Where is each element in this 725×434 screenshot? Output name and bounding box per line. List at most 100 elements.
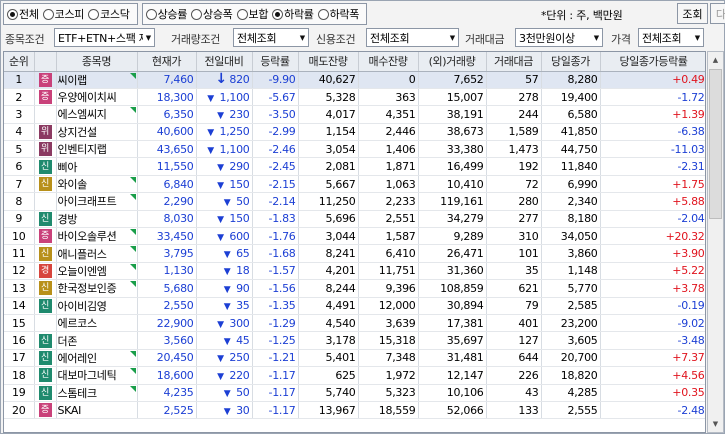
column-header-5[interactable]: 등락률 — [252, 52, 299, 72]
stock-name-cell[interactable]: 아이크래프트 — [56, 192, 138, 211]
stock-name-cell[interactable]: 에르코스 — [56, 314, 138, 333]
search-button[interactable]: 조회 — [677, 3, 708, 24]
close-rate-cell: +0.35 — [600, 384, 705, 402]
radio-circle-icon[interactable] — [272, 8, 284, 20]
ranking-radio-1[interactable]: 상승폭 — [191, 6, 233, 22]
column-header-3[interactable]: 현재가 — [137, 52, 197, 72]
rank-cell: 13 — [4, 279, 35, 298]
table-row[interactable]: 9 신 경방 8,030 ▼ 150 -1.83 5,696 2,551 34,279 277 8,1… — [4, 210, 705, 229]
table-row[interactable]: 18 신 대보마그네틱 18,600 ▼ 220 -1.17 625 1,972 12,147 22… — [4, 366, 705, 385]
column-header-8[interactable]: (외)거래량 — [418, 52, 487, 72]
down-arrow-icon: ▼ — [223, 267, 231, 278]
stock-name-cell[interactable]: 한국정보인증 — [56, 279, 138, 298]
radio-circle-icon[interactable] — [7, 8, 18, 20]
trade-amount-cell: 101 — [486, 244, 542, 263]
price-cell: 8,030 — [137, 210, 197, 229]
vertical-scrollbar[interactable]: ▲ ▼ — [707, 51, 724, 433]
table-row[interactable]: 12 경 오늘이엔엠 1,130 ▼ 18 -1.57 4,201 11,751 31,360 35… — [4, 262, 705, 281]
stock-name-cell[interactable]: 에어레인 — [56, 349, 138, 368]
stock-name-cell[interactable]: 삐아 — [56, 157, 138, 176]
stock-name-cell[interactable]: 씨이랩 — [56, 71, 138, 89]
column-header-11[interactable]: 당일종가등락률 — [600, 52, 705, 72]
volume-condition-select[interactable]: 전체조회 ▼ — [233, 28, 309, 47]
table-row[interactable]: 20 증 SKAI 2,525 ▼ 30 -1.17 13,967 18,559 52,066 13… — [4, 401, 705, 420]
column-header-9[interactable]: 거래대금 — [486, 52, 542, 72]
column-header-4[interactable]: 전일대비 — [196, 52, 253, 72]
item-condition-select[interactable]: ETF+ETN+스팩 제외 ▼ — [54, 28, 155, 47]
table-row[interactable]: 1 증 씨이랩 7,460 ↓ 820 -9.90 40,627 0 7,652 57 8,280 +0… — [4, 71, 705, 89]
market-radio-2[interactable]: 코스닥 — [88, 6, 130, 22]
corner-flag-icon — [129, 229, 136, 236]
ranking-radio-4[interactable]: 하락폭 — [317, 6, 360, 22]
trade-amount-cell: 644 — [486, 349, 542, 368]
table-row[interactable]: 11 신 애니플러스 3,795 ▼ 65 -1.68 8,241 6,410 26,471 101… — [4, 244, 705, 263]
table-row[interactable]: 8 아이크래프트 2,290 ▼ 50 -2.14 11,250 2,233 119,161 28… — [4, 192, 705, 211]
column-header-10[interactable]: 당일종가 — [541, 52, 601, 72]
stock-name-cell[interactable]: 와이솔 — [56, 175, 138, 194]
trade-volume-cell: 7,652 — [418, 71, 487, 89]
stock-name: 대보마그네틱 — [57, 369, 117, 383]
radio-label: 하락폭 — [329, 8, 360, 21]
table-row[interactable]: 7 신 와이솔 6,840 ▼ 150 -2.15 5,667 1,063 10,410 72 6,9… — [4, 175, 705, 194]
rate-cell: -1.29 — [252, 314, 299, 333]
column-header-1[interactable] — [34, 52, 57, 72]
ranking-radio-0[interactable]: 상승률 — [145, 6, 187, 22]
column-header-2[interactable]: 종목명 — [56, 52, 138, 72]
table-row[interactable]: 6 신 삐아 11,550 ▼ 290 -2.45 2,081 1,871 16,499 192 11… — [4, 157, 705, 176]
table-row[interactable]: 19 신 스톰테크 4,235 ▼ 50 -1.17 5,740 5,323 10,106 43 4,… — [4, 384, 705, 402]
close-price-cell: 41,850 — [541, 123, 601, 142]
table-row[interactable]: 13 신 한국정보인증 5,680 ▼ 90 -1.56 8,244 9,396 108,859 6… — [4, 279, 705, 298]
table-row[interactable]: 2 증 우양에이치씨 18,300 ▼ 1,100 -5.67 5,328 363 15,007 2… — [4, 88, 705, 107]
stock-name-cell[interactable]: 스톰테크 — [56, 384, 138, 402]
table-row[interactable]: 4 위 상지건설 40,600 ▼ 1,250 -2.99 1,154 2,446 38,673 1… — [4, 123, 705, 142]
badge-cell: 증 — [34, 71, 57, 89]
radio-circle-icon[interactable] — [191, 8, 203, 20]
table-row[interactable]: 5 위 인벤티지랩 43,650 ▼ 1,100 -2.46 3,054 1,406 33,380… — [4, 140, 705, 159]
next-button[interactable]: 다음 — [710, 3, 725, 24]
close-rate-cell: +1.75 — [600, 175, 705, 194]
radio-circle-icon[interactable] — [88, 8, 100, 20]
stock-name-cell[interactable]: 상지건설 — [56, 123, 138, 142]
stock-name-cell[interactable]: SKAI — [56, 401, 138, 420]
price-select[interactable]: 전체조회 ▼ — [638, 28, 704, 47]
table-row[interactable]: 16 신 더존 3,560 ▼ 45 -1.25 3,178 15,318 35,697 127 3,… — [4, 331, 705, 350]
market-radio-0[interactable]: 전체 — [7, 6, 39, 22]
column-header-7[interactable]: 매수잔량 — [358, 52, 419, 72]
stock-name-cell[interactable]: 애니플러스 — [56, 244, 138, 263]
trade-volume-cell: 15,007 — [418, 88, 487, 107]
stock-name-cell[interactable]: 에스엠씨지 — [56, 105, 138, 124]
stock-name-cell[interactable]: 대보마그네틱 — [56, 366, 138, 385]
scroll-down-icon[interactable]: ▼ — [708, 416, 723, 432]
scrollbar-thumb[interactable] — [709, 69, 722, 219]
amount-select[interactable]: 3천만원이상 ▼ — [515, 28, 603, 47]
market-radio-1[interactable]: 코스피 — [42, 6, 84, 22]
credit-condition-select[interactable]: 전체조회 ▼ — [366, 28, 459, 47]
radio-circle-icon[interactable] — [145, 8, 157, 20]
stock-name-cell[interactable]: 우양에이치씨 — [56, 88, 138, 107]
stock-name-cell[interactable]: 오늘이엔엠 — [56, 262, 138, 281]
stock-name-cell[interactable]: 경방 — [56, 210, 138, 229]
column-header-0[interactable]: 순위 — [4, 52, 35, 72]
stock-name-cell[interactable]: 아이비김영 — [56, 297, 138, 315]
trade-volume-cell: 35,697 — [418, 331, 487, 350]
chevron-down-icon: ▼ — [297, 29, 308, 46]
ranking-radio-2[interactable]: 보합 — [236, 6, 268, 22]
status-badge: 신 — [38, 177, 52, 192]
table-row[interactable]: 10 증 바이오솔루션 33,450 ▼ 600 -1.76 3,044 1,587 9,289 3… — [4, 227, 705, 246]
bid-volume-cell: 7,348 — [358, 349, 419, 368]
scroll-up-icon[interactable]: ▲ — [708, 52, 723, 68]
radio-circle-icon[interactable] — [236, 8, 248, 20]
radio-circle-icon[interactable] — [317, 8, 329, 20]
ranking-radio-3[interactable]: 하락률 — [272, 6, 314, 22]
table-row[interactable]: 17 신 에어레인 20,450 ▼ 250 -1.21 5,401 7,348 31,481 64… — [4, 349, 705, 368]
rate-cell: -9.90 — [252, 71, 299, 89]
stock-name-cell[interactable]: 인벤티지랩 — [56, 140, 138, 159]
table-row[interactable]: 3 에스엠씨지 6,350 ▼ 230 -3.50 4,017 4,351 38,191 244 6… — [4, 105, 705, 124]
table-row[interactable]: 14 신 아이비김영 2,550 ▼ 35 -1.35 4,491 12,000 30,894 79… — [4, 297, 705, 315]
radio-circle-icon[interactable] — [42, 8, 54, 20]
table-row[interactable]: 15 에르코스 22,900 ▼ 300 -1.29 4,540 3,639 17,381 401… — [4, 314, 705, 333]
stock-name-cell[interactable]: 더존 — [56, 331, 138, 350]
ask-volume-cell: 13,967 — [298, 401, 359, 420]
stock-name-cell[interactable]: 바이오솔루션 — [56, 227, 138, 246]
column-header-6[interactable]: 매도잔량 — [298, 52, 359, 72]
